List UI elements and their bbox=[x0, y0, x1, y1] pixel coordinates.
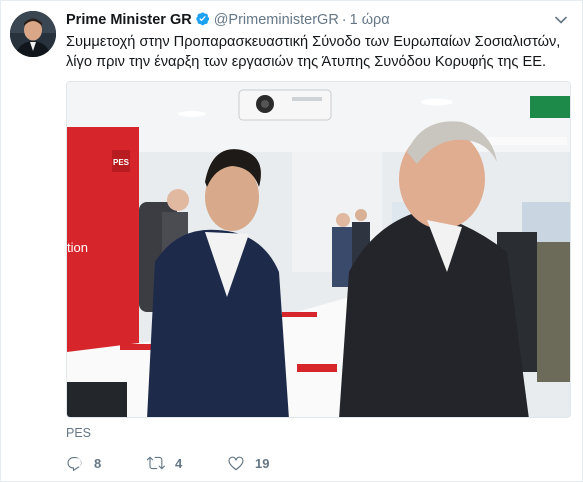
tweet-header: Prime Minister GR @PrimeministerGR · 1 ώ… bbox=[66, 11, 390, 29]
tweet-text-line-2: λίγο πριν την έναρξη των εργασιών της Άτ… bbox=[66, 54, 547, 70]
retweet-button[interactable]: 4 bbox=[147, 453, 182, 473]
tweet-card[interactable]: Prime Minister GR @PrimeministerGR · 1 ώ… bbox=[0, 0, 583, 482]
verified-badge-icon bbox=[192, 11, 214, 30]
retweet-icon bbox=[147, 456, 165, 470]
display-name[interactable]: Prime Minister GR bbox=[66, 12, 192, 28]
tweet-text: Συμμετοχή στην Προπαρασκευαστική Σύνοδο … bbox=[66, 32, 571, 72]
user-handle[interactable]: @PrimeministerGR bbox=[214, 12, 339, 28]
chevron-down-icon[interactable] bbox=[554, 13, 568, 27]
timestamp[interactable]: 1 ώρα bbox=[350, 12, 390, 28]
heart-icon bbox=[228, 456, 244, 471]
media-caption[interactable]: PES bbox=[66, 426, 91, 440]
wall-text: tion bbox=[67, 240, 88, 255]
tweet-photo[interactable]: PES tion bbox=[66, 81, 571, 418]
tweet-text-line-1: Συμμετοχή στην Προπαρασκευαστική Σύνοδο … bbox=[66, 34, 561, 50]
separator-dot: · bbox=[341, 12, 347, 28]
pes-banner-label: PES bbox=[113, 158, 130, 167]
like-button[interactable]: 19 bbox=[227, 453, 269, 473]
reply-icon bbox=[67, 457, 82, 472]
reply-button[interactable]: 8 bbox=[66, 454, 101, 472]
retweet-count: 4 bbox=[175, 455, 183, 471]
reply-count: 8 bbox=[94, 455, 102, 471]
avatar[interactable] bbox=[10, 11, 56, 57]
tweet-actions: 8 4 19 bbox=[66, 453, 269, 473]
like-count: 19 bbox=[255, 455, 270, 471]
